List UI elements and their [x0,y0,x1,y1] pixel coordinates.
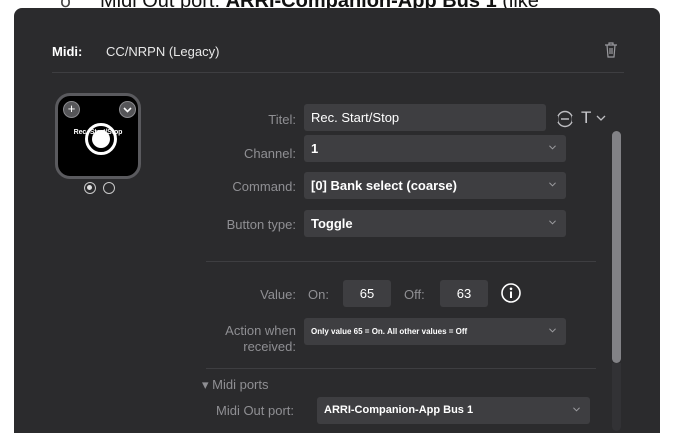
midi-action-panel: Midi: CC/NRPN (Legacy) + Rec. Start/Stop… [14,8,660,433]
value-label: Value: [260,287,296,302]
button-preview-label: Rec. Start/Stop [73,129,123,136]
button-type-label: Button type: [226,217,296,232]
button-preview[interactable]: + Rec. Start/Stop [55,93,141,179]
scrollbar-track[interactable] [612,363,621,431]
action-when-label-line-1: Action when [225,323,296,338]
channel-select[interactable]: 1 [304,135,566,162]
section-divider [206,261,596,262]
midi-label: Midi: [52,44,83,59]
chevron-down-icon[interactable] [119,101,136,118]
midi-out-port-select[interactable]: ARRI-Companion-App Bus 1 [317,397,590,424]
info-icon[interactable] [500,282,522,304]
action-when-select[interactable]: Only value 65 = On. All other values = O… [304,318,566,345]
link-icon[interactable] [555,109,575,129]
chevron-down-icon [573,407,580,412]
chevron-down-icon [549,145,556,150]
text-format-icon[interactable]: T [581,108,591,128]
page-dot-1[interactable] [84,182,96,194]
action-when-label: Action when received: [225,323,296,355]
command-select[interactable]: [0] Bank select (coarse) [304,172,566,199]
title-field[interactable]: Rec. Start/Stop [304,104,546,131]
off-value-field[interactable]: 63 [440,280,488,307]
chevron-down-icon [549,328,556,333]
text-format-chevron-icon[interactable] [596,114,606,122]
midi-out-port-value: ARRI-Companion-App Bus 1 [324,404,474,416]
command-label: Command: [232,179,296,194]
channel-label: Channel: [243,146,296,161]
action-when-value: Only value 65 = On. All other values = O… [311,327,468,336]
midi-ports-section-toggle[interactable]: ▾ Midi ports [202,377,269,393]
on-label: On: [308,287,329,302]
midi-out-port-label: Midi Out port: [216,403,295,418]
button-type-select[interactable]: Toggle [304,210,566,237]
add-button[interactable]: + [63,101,80,118]
button-type-value: Toggle [311,216,353,231]
midi-type-value: CC/NRPN (Legacy) [106,44,220,59]
off-label: Off: [404,287,425,302]
scrollbar-thumb[interactable] [612,131,621,363]
section-divider [206,368,596,369]
command-value: [0] Bank select (coarse) [311,178,457,193]
trash-icon[interactable] [604,41,618,59]
chevron-down-icon [549,220,556,225]
action-when-label-line-2: received: [243,339,296,354]
channel-value: 1 [311,141,319,156]
chevron-down-icon [549,182,556,187]
header-divider [52,72,624,73]
page-dot-2[interactable] [103,182,115,194]
on-value-field[interactable]: 65 [343,280,391,307]
title-label: Titel: [268,112,296,127]
